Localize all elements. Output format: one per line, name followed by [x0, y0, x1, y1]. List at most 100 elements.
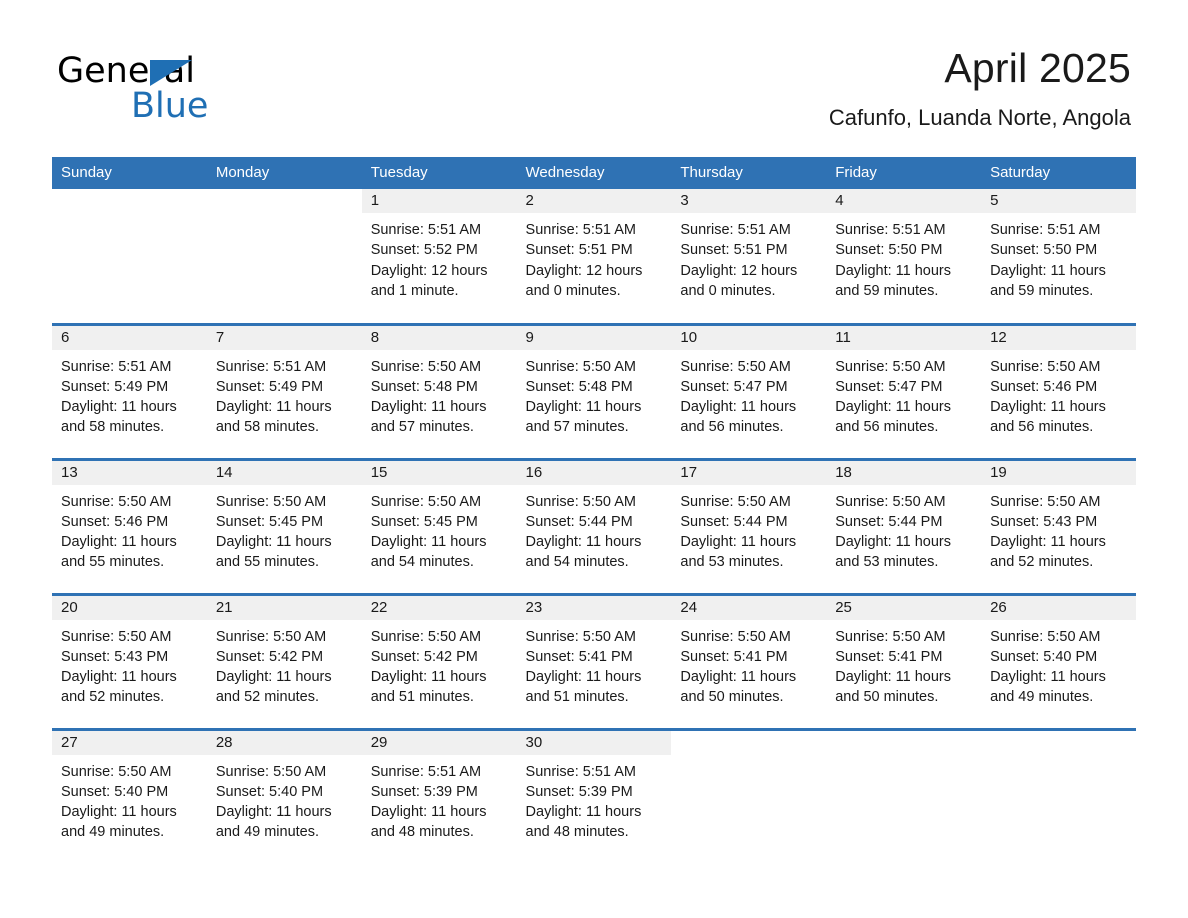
calendar-day-cell[interactable]: 1 Sunrise: 5:51 AM Sunset: 5:52 PM Daylight… [361, 189, 517, 324]
calendar-day-cell[interactable]: 24 Sunrise: 5:50 AM Sunset: 5:41 PM Dayligh… [671, 592, 827, 729]
day-cell-details [671, 755, 826, 762]
calendar-day-cell[interactable]: 27 Sunrise: 5:50 AM Sunset: 5:40 PM Dayligh… [52, 727, 207, 864]
day-cell-inner: 6 Sunrise: 5:51 AM Sunset: 5:49 PM Daylight… [52, 325, 207, 458]
calendar-day-cell[interactable]: 16 Sunrise: 5:50 AM Sunset: 5:44 PM Dayligh… [516, 457, 672, 594]
calendar-day-cell[interactable]: 21 Sunrise: 5:50 AM Sunset: 5:42 PM Dayligh… [206, 592, 362, 729]
calendar-day-cell-empty [671, 727, 827, 864]
day-cell-inner: 26 Sunrise: 5:50 AM Sunset: 5:40 PM Dayligh… [981, 595, 1136, 728]
sunset-line: Sunset: 5:41 PM [835, 648, 943, 665]
sunset-line: Sunset: 5:43 PM [61, 648, 169, 665]
calendar-day-cell[interactable]: 4 Sunrise: 5:51 AM Sunset: 5:50 PM Daylight… [826, 189, 982, 324]
daylight-line-2: and 49 minutes. [215, 824, 320, 841]
daylight-line-1: Daylight: 11 hours [525, 534, 642, 551]
day-cell-inner: 25 Sunrise: 5:50 AM Sunset: 5:41 PM Dayligh… [826, 595, 982, 728]
sunrise-line: Sunrise: 5:51 AM [370, 222, 482, 238]
calendar-day-cell[interactable]: 26 Sunrise: 5:50 AM Sunset: 5:40 PM Dayligh… [981, 592, 1136, 729]
day-number: 30 [525, 733, 543, 751]
sunrise-line: Sunrise: 5:50 AM [370, 493, 482, 510]
daylight-line-1: Daylight: 11 hours [835, 399, 952, 416]
calendar-day-cell[interactable]: 3 Sunrise: 5:51 AM Sunset: 5:51 PM Daylight… [671, 189, 827, 324]
sunset-line: Sunset: 5:52 PM [370, 242, 478, 259]
day-number-band: 22 [361, 595, 517, 620]
day-cell-inner: 2 Sunrise: 5:51 AM Sunset: 5:51 PM Daylight… [516, 189, 672, 323]
sunrise-line: Sunrise: 5:50 AM [215, 628, 327, 645]
sunset-line: Sunset: 5:48 PM [370, 378, 478, 395]
day-cell-details: Sunrise: 5:50 AM Sunset: 5:40 PM Daylight:… [207, 755, 362, 843]
calendar-day-cell[interactable]: 2 Sunrise: 5:51 AM Sunset: 5:51 PM Daylight… [516, 189, 672, 324]
daylight-line-1: Daylight: 11 hours [61, 669, 177, 686]
daylight-line-2: and 48 minutes. [370, 824, 474, 841]
day-cell-inner: 12 Sunrise: 5:50 AM Sunset: 5:46 PM Dayligh… [981, 325, 1136, 458]
sunset-line: Sunset: 5:49 PM [61, 378, 169, 395]
day-cell-details: Sunrise: 5:51 AM Sunset: 5:51 PM Daylight:… [517, 213, 672, 301]
calendar-day-cell[interactable]: 14 Sunrise: 5:50 AM Sunset: 5:45 PM Dayligh… [206, 457, 362, 594]
day-number: 12 [990, 328, 1007, 346]
calendar-day-cell[interactable]: 30 Sunrise: 5:51 AM Sunset: 5:39 PM Dayligh… [516, 727, 672, 864]
daylight-line-1: Daylight: 11 hours [525, 804, 642, 821]
sunset-line: Sunset: 5:44 PM [680, 513, 788, 530]
calendar-day-cell[interactable]: 23 Sunrise: 5:50 AM Sunset: 5:41 PM Dayligh… [516, 592, 672, 729]
calendar-day-cell-empty [206, 189, 362, 324]
daylight-line-2: and 54 minutes. [525, 554, 629, 571]
daylight-line-2: and 1 minute. [370, 282, 459, 299]
calendar-week-row: 20 Sunrise: 5:50 AM Sunset: 5:43 PM Dayligh… [52, 592, 1136, 729]
day-cell-details: Sunrise: 5:50 AM Sunset: 5:44 PM Daylight:… [826, 485, 981, 573]
generalblue-logo[interactable]: General Blue [57, 52, 357, 132]
calendar-day-cell[interactable]: 9 Sunrise: 5:50 AM Sunset: 5:48 PM Daylight… [516, 322, 672, 459]
day-number: 4 [835, 192, 844, 209]
calendar-day-cell[interactable]: 17 Sunrise: 5:50 AM Sunset: 5:44 PM Dayligh… [671, 457, 827, 594]
sunrise-line: Sunrise: 5:50 AM [990, 358, 1101, 375]
daylight-line-2: and 58 minutes. [61, 419, 165, 436]
day-number-band: 25 [826, 595, 982, 620]
day-number-band [671, 730, 827, 755]
day-number: 26 [990, 598, 1007, 616]
calendar-day-cell[interactable]: 29 Sunrise: 5:51 AM Sunset: 5:39 PM Dayligh… [361, 727, 517, 864]
day-number-band: 21 [206, 595, 362, 620]
sunset-line: Sunset: 5:45 PM [215, 513, 324, 530]
sunrise-line: Sunrise: 5:50 AM [835, 358, 946, 375]
day-cell-details: Sunrise: 5:50 AM Sunset: 5:42 PM Daylight:… [207, 620, 362, 708]
daylight-line-2: and 52 minutes. [215, 689, 320, 706]
calendar-day-cell[interactable]: 7 Sunrise: 5:51 AM Sunset: 5:49 PM Daylight… [206, 322, 362, 459]
day-number-band: 2 [516, 189, 672, 213]
calendar-day-cell[interactable]: 8 Sunrise: 5:50 AM Sunset: 5:48 PM Daylight… [361, 322, 517, 459]
day-cell-inner: 5 Sunrise: 5:51 AM Sunset: 5:50 PM Daylight… [981, 189, 1136, 323]
calendar-day-cell[interactable]: 12 Sunrise: 5:50 AM Sunset: 5:46 PM Dayligh… [981, 322, 1136, 459]
calendar-day-cell[interactable]: 6 Sunrise: 5:51 AM Sunset: 5:49 PM Daylight… [52, 322, 207, 459]
daylight-line-2: and 59 minutes. [835, 282, 939, 299]
calendar-day-cell[interactable]: 28 Sunrise: 5:50 AM Sunset: 5:40 PM Dayligh… [206, 727, 362, 864]
day-number-band: 17 [671, 460, 827, 485]
sunset-line: Sunset: 5:42 PM [215, 648, 324, 665]
calendar-day-cell[interactable]: 11 Sunrise: 5:50 AM Sunset: 5:47 PM Dayligh… [826, 322, 982, 459]
day-cell-details: Sunrise: 5:50 AM Sunset: 5:44 PM Daylight:… [517, 485, 672, 573]
calendar-day-cell[interactable]: 25 Sunrise: 5:50 AM Sunset: 5:41 PM Dayligh… [826, 592, 982, 729]
calendar-day-cell[interactable]: 15 Sunrise: 5:50 AM Sunset: 5:45 PM Dayligh… [361, 457, 517, 594]
calendar-day-cell[interactable]: 5 Sunrise: 5:51 AM Sunset: 5:50 PM Daylight… [981, 189, 1136, 324]
day-cell-details: Sunrise: 5:50 AM Sunset: 5:47 PM Daylight:… [671, 350, 826, 438]
day-cell-inner: 14 Sunrise: 5:50 AM Sunset: 5:45 PM Dayligh… [206, 460, 362, 593]
calendar-day-cell[interactable]: 22 Sunrise: 5:50 AM Sunset: 5:42 PM Dayligh… [361, 592, 517, 729]
calendar-day-cell[interactable]: 10 Sunrise: 5:50 AM Sunset: 5:47 PM Dayligh… [671, 322, 827, 459]
sunrise-sunset-calendar: Sunday Monday Tuesday Wednesday Thursday Frid… [52, 157, 1136, 864]
daylight-line-1: Daylight: 11 hours [370, 669, 487, 686]
calendar-day-cell[interactable]: 18 Sunrise: 5:50 AM Sunset: 5:44 PM Dayligh… [826, 457, 982, 594]
day-number: 11 [835, 328, 851, 346]
calendar-day-cell[interactable]: 19 Sunrise: 5:50 AM Sunset: 5:43 PM Dayligh… [981, 457, 1136, 594]
day-number-band: 19 [981, 460, 1136, 485]
daylight-line-1: Daylight: 11 hours [680, 669, 797, 686]
sunset-line: Sunset: 5:48 PM [525, 378, 633, 395]
calendar-day-cell[interactable]: 13 Sunrise: 5:50 AM Sunset: 5:46 PM Dayligh… [52, 457, 207, 594]
page-title: April 2025 [944, 45, 1131, 91]
day-cell-details: Sunrise: 5:51 AM Sunset: 5:39 PM Daylight:… [517, 755, 672, 843]
day-cell-details: Sunrise: 5:51 AM Sunset: 5:51 PM Daylight:… [671, 213, 826, 301]
day-number-band: 29 [361, 730, 517, 755]
daylight-line-2: and 54 minutes. [370, 554, 474, 571]
calendar-day-cell[interactable]: 20 Sunrise: 5:50 AM Sunset: 5:43 PM Dayligh… [52, 592, 207, 729]
daylight-line-1: Daylight: 11 hours [990, 534, 1106, 551]
daylight-line-2: and 51 minutes. [370, 689, 474, 706]
calendar-day-cell-empty [826, 727, 982, 864]
daylight-line-1: Daylight: 11 hours [525, 669, 642, 686]
day-cell-inner: 16 Sunrise: 5:50 AM Sunset: 5:44 PM Dayligh… [516, 460, 672, 593]
weekday-header-friday: Friday [826, 157, 982, 189]
day-number-band: 24 [671, 595, 827, 620]
